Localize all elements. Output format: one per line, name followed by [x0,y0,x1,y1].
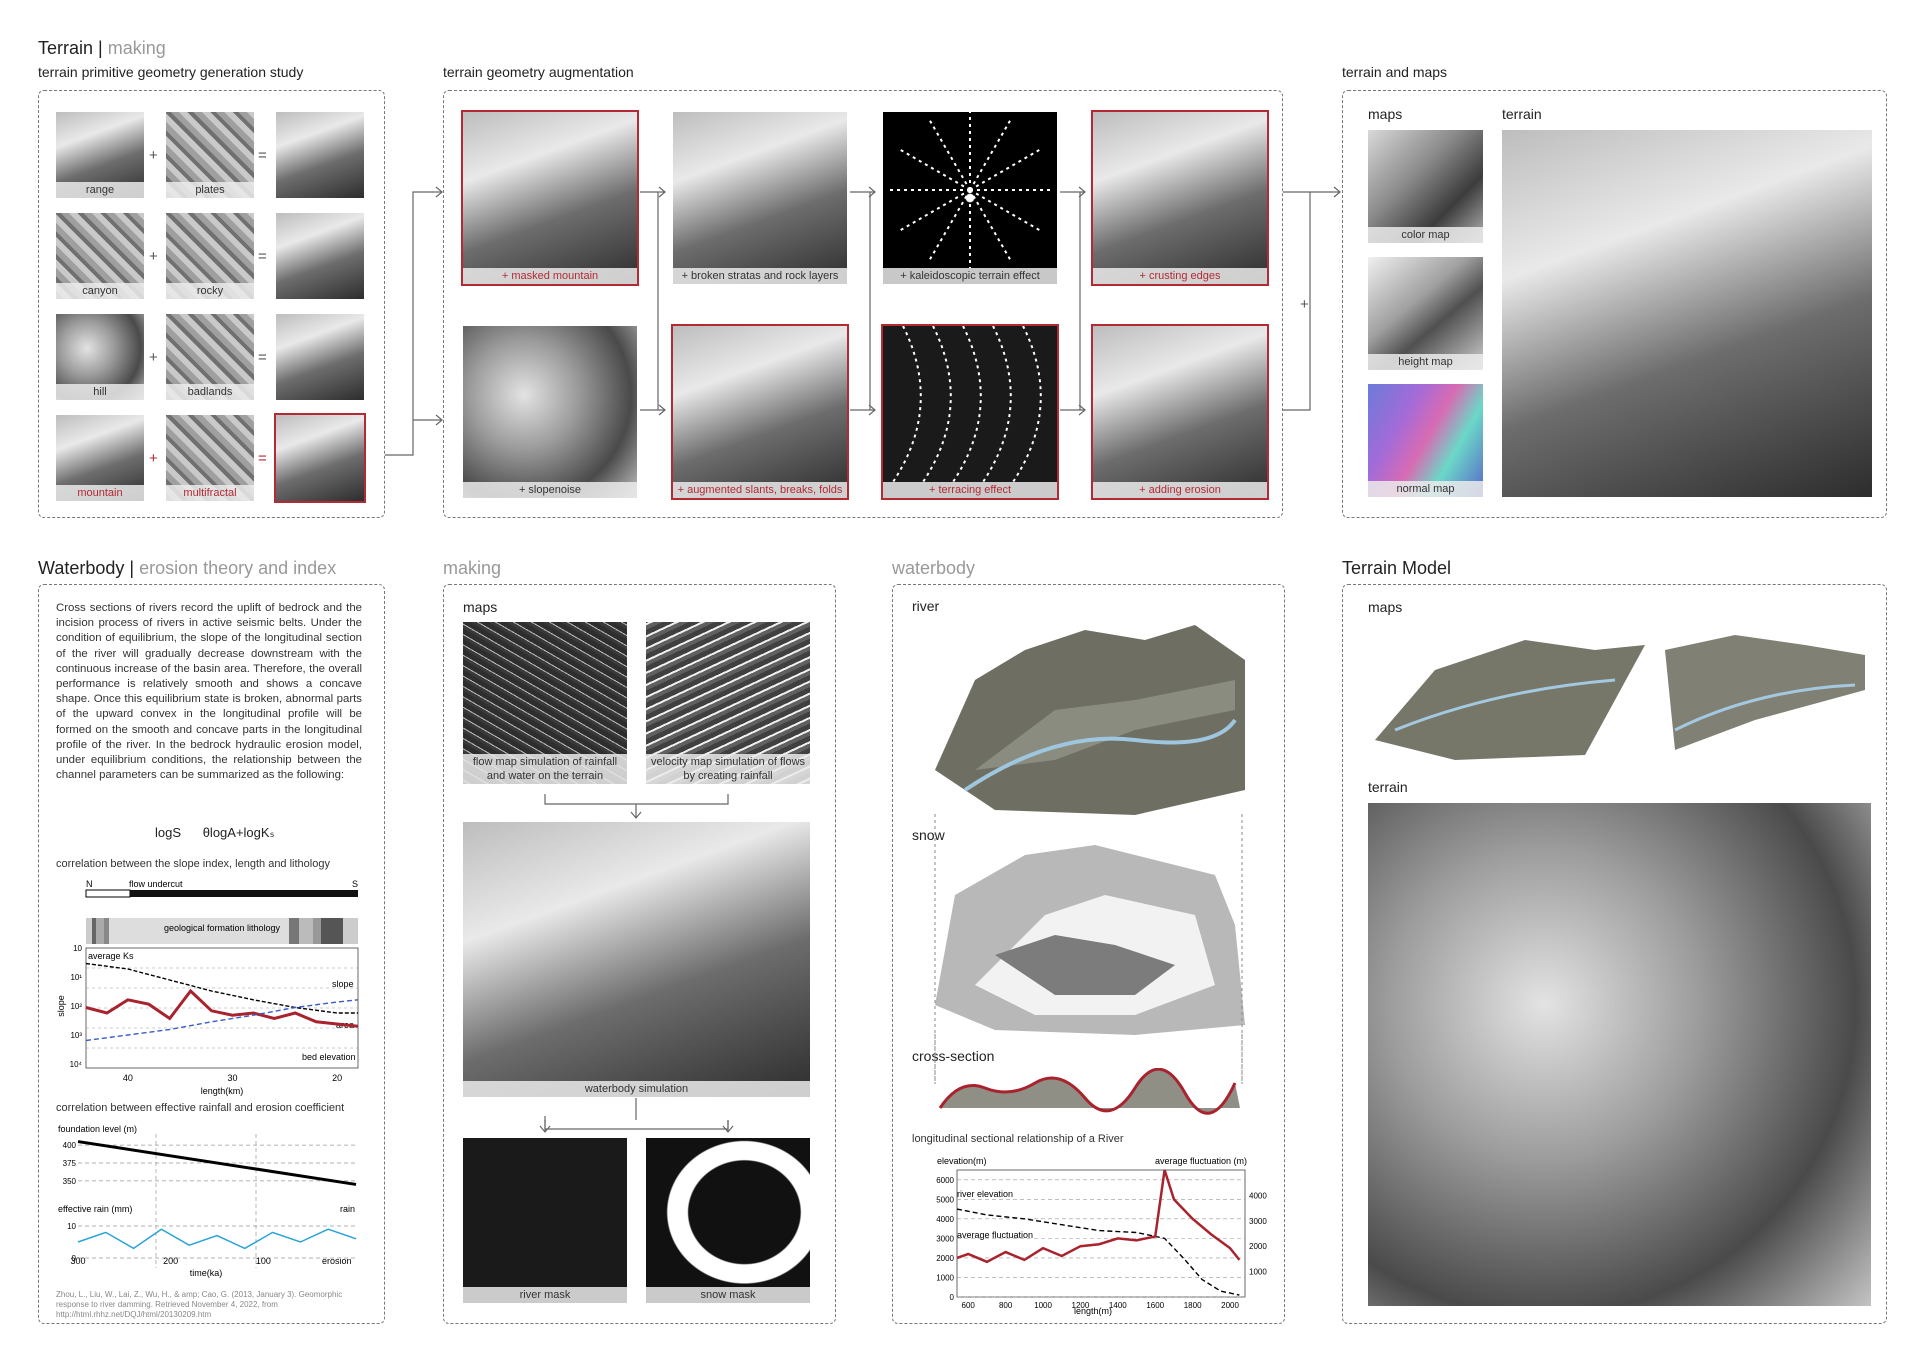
bar-label-n: N [86,879,93,889]
litho-segment [313,918,321,944]
velocity-map-tile: velocity map simulation of flows by crea… [646,622,810,784]
rainfall-chart: foundation level (m) 400 375 350 effective… [58,1124,357,1278]
waterbody-title: Waterbody | erosion theory and index [38,558,337,578]
y-tick: 375 [63,1159,77,1168]
model-terrain-render [1368,803,1871,1306]
litho-segment [96,918,104,944]
foundation-label: foundation level (m) [58,1124,137,1134]
series-area [85,962,358,1014]
making-connectors [539,794,734,1133]
erosion-annot: erosion [322,1256,352,1266]
y-tick: 350 [63,1177,77,1186]
chart1-xlabel: length(km) [201,1086,244,1096]
y-tick: 10⁴ [70,1060,83,1069]
chart2-title: correlation between effective rainfall a… [56,1102,345,1114]
series-slope [85,988,359,1028]
making-title: making [443,558,502,578]
annot-ks: average Ks [88,951,134,961]
y-tick: 10³ [70,1031,82,1040]
rain-label: effective rain (mm) [58,1204,132,1214]
theory-paragraph: Cross sections of rivers record the upli… [56,602,362,782]
plus-sign: + [1300,296,1309,313]
annot-bed: bed elevation [302,1052,356,1062]
model-maps-render [1375,635,1865,760]
rain-series [77,1228,357,1250]
y-tick: 10¹ [70,973,82,982]
waterbody-panel-title: waterbody [892,558,976,578]
y-tick: 10 [67,1222,76,1231]
litho-segment [289,918,299,944]
y-tick: 10² [70,1002,82,1011]
litho-segment [343,918,358,944]
flow-map-tile: flow map simulation of rainfall and wate… [463,622,627,784]
chart1-ylabel: slope [56,995,66,1017]
rain-annot: rain [340,1204,355,1214]
slope-chart: N flow undercut S geological formation l… [56,879,359,1096]
x-tick: 300 [70,1256,85,1266]
band-label: geological formation lithology [164,923,281,933]
model-maps-label: maps [1368,599,1403,615]
x-tick: 30 [227,1073,237,1083]
making-maps-label: maps [463,599,498,615]
citation: Zhou, L., Liu, W., Lai, Z., Wu, H., & am… [56,1290,343,1319]
top-connectors [385,186,1341,456]
series-bed-elevation [85,999,359,1042]
formula: logS θlogA+logKₛ [155,825,275,840]
litho-segment [92,918,96,944]
x-tick: 200 [163,1256,178,1266]
terrain-model-title: Terrain Model [1342,558,1452,578]
litho-segment [104,918,109,944]
litho-segment [299,918,313,944]
chart3-xlabel: time(ka) [190,1268,223,1278]
x-tick: 20 [332,1073,342,1083]
y-tick: 400 [63,1141,77,1150]
litho-segment [86,918,92,944]
bar-label-s: S [352,879,358,889]
river-mask-tile: river mask [463,1138,627,1303]
litho-segment [321,918,343,944]
y-tick: 10 [73,944,82,953]
chart1-title: correlation between the slope index, len… [56,858,330,870]
snow-mask-tile: snow mask [646,1138,810,1303]
x-tick: 100 [256,1256,271,1266]
waterbody-connectors [934,814,1243,1084]
x-tick: 40 [123,1073,133,1083]
bar-label-flow: flow undercut [129,879,183,889]
foundation-series [77,1140,357,1186]
annot-slope: slope [332,979,354,989]
model-terrain-label: terrain [1368,779,1408,795]
